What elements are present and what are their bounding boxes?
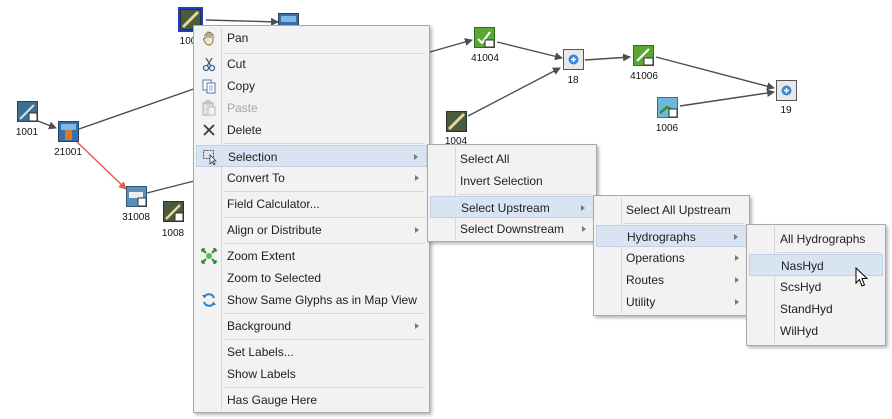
menu-item-zoom-extent[interactable]: Zoom Extent [196,245,427,267]
menu-item-paste[interactable]: Paste [196,97,427,119]
menu-item-all-hydrographs[interactable]: All Hydrographs [749,228,883,250]
menu-item-background[interactable]: Background [196,315,427,337]
node-label: 18 [567,75,579,86]
submenu-arrow-icon [415,323,419,329]
menu-item-select-upstream[interactable]: Select Upstream [430,196,594,218]
menu-item-invert-selection[interactable]: Invert Selection [430,170,594,192]
node-1006[interactable] [657,97,678,118]
delete-x-icon [201,122,217,138]
node-18[interactable] [563,49,584,70]
node-1001[interactable] [17,101,38,122]
node-21001[interactable] [58,121,79,142]
context-menu: Pan Cut Copy Paste Delete Selection Conv… [193,25,430,413]
scissors-icon [201,56,217,72]
junction-node-icon [563,49,584,70]
menu-item-selection[interactable]: Selection [196,145,427,167]
menu-item-has-gauge[interactable]: Has Gauge Here [196,389,427,411]
menu-item-convert-to[interactable]: Convert To [196,167,427,189]
menu-item-wilhyd[interactable]: WilHyd [749,320,883,342]
node-label: 41006 [630,71,658,82]
hand-icon [201,30,217,46]
reservoir-node-icon [58,121,79,142]
node-1004[interactable] [446,111,467,132]
menu-item-show-same-glyphs[interactable]: Show Same Glyphs as in Map View [196,289,427,311]
edge-41006-19 [655,56,775,91]
submenu-arrow-icon [734,234,738,240]
menu-item-show-labels[interactable]: Show Labels [196,363,427,385]
selection-cursor-icon [202,149,218,166]
edge-1001-21001 [37,120,57,130]
zoom-extent-icon [201,248,217,264]
junction-node-icon [776,80,797,101]
submenu-arrow-icon [415,175,419,181]
paste-icon [201,100,217,116]
hydrograph-node-icon [163,201,184,222]
copy-icon [201,78,217,94]
node-label: 21001 [54,147,82,158]
edge-21001-top [78,84,206,130]
edge-31008-hidden [146,179,199,194]
edge-1004-18 [467,67,561,117]
menu-item-select-downstream[interactable]: Select Downstream [430,218,594,240]
edge-1006-19 [679,89,775,107]
menu-item-zoom-selected[interactable]: Zoom to Selected [196,267,427,289]
menu-item-select-all-upstream[interactable]: Select All Upstream [596,199,747,221]
node-19[interactable] [776,80,797,101]
pipe-node-icon [126,186,147,207]
submenu-arrow-icon [582,226,586,232]
routing-node-icon [633,45,654,66]
submenu-arrow-icon [414,154,418,160]
menu-item-pan[interactable]: Pan [196,27,427,49]
refresh-icon [201,292,217,308]
submenu-arrow-icon [735,299,739,305]
submenu-arrow-icon [735,277,739,283]
routing-node-icon [474,27,495,48]
menu-item-set-labels[interactable]: Set Labels... [196,341,427,363]
mouse-pointer-icon [855,267,869,287]
edge-18-41006 [584,53,631,62]
node-1008[interactable] [163,201,184,222]
edge-hidden-41004 [429,38,473,53]
node-label: 1008 [161,228,185,239]
menu-item-copy[interactable]: Copy [196,75,427,97]
node-41004[interactable] [474,27,495,48]
node-label: 31008 [122,212,150,223]
upstream-submenu: Select All Upstream Hydrographs Operatio… [593,195,750,316]
selection-submenu: Select All Invert Selection Select Upstr… [427,144,597,242]
node-31008[interactable] [126,186,147,207]
stream-node-icon [446,111,467,132]
edge-top-hidden [205,17,279,26]
submenu-arrow-icon [735,255,739,261]
menu-item-standhyd[interactable]: StandHyd [749,298,883,320]
edge-41004-18 [496,41,563,61]
node-41006[interactable] [633,45,654,66]
node-label: 19 [780,105,792,116]
menu-item-utility[interactable]: Utility [596,291,747,313]
submenu-arrow-icon [581,205,585,211]
menu-item-hydrographs[interactable]: Hydrographs [596,225,747,247]
edge-21001-31008[interactable] [75,140,127,190]
hydrograph-node-icon [657,97,678,118]
menu-item-align-distribute[interactable]: Align or Distribute [196,219,427,241]
menu-item-field-calculator[interactable]: Field Calculator... [196,193,427,215]
node-label: 1001 [15,127,39,138]
node-label: 1006 [655,123,679,134]
menu-item-operations[interactable]: Operations [596,247,747,269]
menu-item-select-all[interactable]: Select All [430,148,594,170]
node-label: 41004 [471,53,499,64]
hydrograph-node-icon [17,101,38,122]
menu-item-routes[interactable]: Routes [596,269,747,291]
menu-item-delete[interactable]: Delete [196,119,427,141]
submenu-arrow-icon [415,227,419,233]
menu-item-cut[interactable]: Cut [196,53,427,75]
